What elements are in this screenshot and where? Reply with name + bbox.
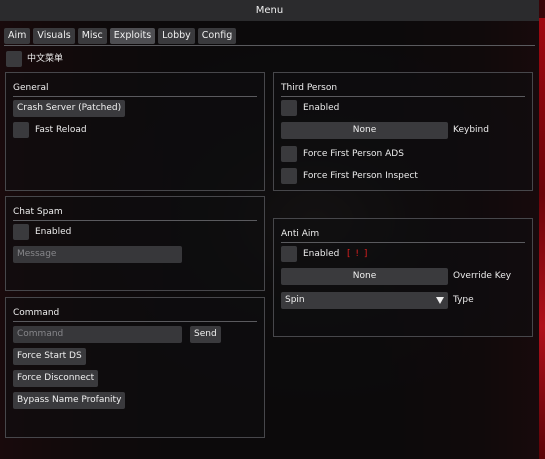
override-key-button[interactable]: None bbox=[281, 268, 448, 285]
override-key-label: Override Key bbox=[453, 271, 512, 281]
tab-config[interactable]: Config bbox=[197, 28, 237, 44]
force-ads-checkbox[interactable] bbox=[281, 146, 297, 162]
chinese-menu-label: 中文菜单 bbox=[27, 54, 64, 64]
chat-spam-message-input[interactable] bbox=[13, 246, 182, 263]
anti-aim-type-label: Type bbox=[453, 295, 474, 305]
third-person-keybind-button[interactable]: None bbox=[281, 122, 448, 139]
anti-aim-separator bbox=[281, 242, 525, 243]
tab-visuals[interactable]: Visuals bbox=[33, 28, 75, 44]
command-panel: Command Send Force Start DS Force Discon… bbox=[5, 297, 265, 438]
chat-spam-enabled-label: Enabled bbox=[35, 227, 72, 237]
command-separator bbox=[13, 321, 257, 322]
force-inspect-checkbox[interactable] bbox=[281, 168, 297, 184]
third-person-title: Third Person bbox=[281, 83, 338, 93]
anti-aim-enabled-checkbox[interactable] bbox=[281, 246, 297, 262]
chat-spam-separator bbox=[13, 220, 257, 221]
third-person-panel: Third Person Enabled None Keybind Force … bbox=[273, 72, 533, 191]
anti-aim-type-select[interactable]: Spin bbox=[281, 292, 448, 309]
third-person-enabled-checkbox[interactable] bbox=[281, 100, 297, 116]
anti-aim-panel: Anti Aim Enabled [ ! ] None Override Key… bbox=[273, 218, 533, 337]
tab-divider bbox=[4, 45, 535, 46]
tab-bar: Aim Visuals Misc Exploits Lobby Config bbox=[4, 28, 237, 44]
general-separator bbox=[13, 96, 257, 97]
background-red-edge bbox=[539, 18, 545, 459]
tab-lobby[interactable]: Lobby bbox=[158, 28, 195, 44]
command-title: Command bbox=[13, 308, 60, 318]
tab-misc[interactable]: Misc bbox=[77, 28, 107, 44]
general-panel: General Crash Server (Patched) Fast Relo… bbox=[5, 72, 265, 191]
third-person-enabled-label: Enabled bbox=[303, 103, 340, 113]
window-title: Menu bbox=[255, 5, 284, 16]
command-input[interactable] bbox=[13, 326, 182, 343]
force-disconnect-button[interactable]: Force Disconnect bbox=[13, 370, 99, 387]
anti-aim-type-value: Spin bbox=[285, 295, 305, 305]
tab-exploits[interactable]: Exploits bbox=[109, 28, 156, 44]
chat-spam-panel: Chat Spam Enabled bbox=[5, 196, 265, 291]
anti-aim-enabled-label: Enabled bbox=[303, 249, 340, 259]
crash-server-button[interactable]: Crash Server (Patched) bbox=[13, 100, 126, 117]
send-button[interactable]: Send bbox=[190, 326, 221, 343]
chat-spam-title: Chat Spam bbox=[13, 207, 63, 217]
window-titlebar[interactable]: Menu bbox=[0, 0, 539, 21]
tab-aim[interactable]: Aim bbox=[4, 28, 31, 44]
fast-reload-checkbox[interactable] bbox=[13, 122, 29, 138]
menu-window: Menu Aim Visuals Misc Exploits Lobby Con… bbox=[0, 0, 539, 459]
chat-spam-enabled-checkbox[interactable] bbox=[13, 224, 29, 240]
anti-aim-title: Anti Aim bbox=[281, 229, 320, 239]
force-ads-label: Force First Person ADS bbox=[303, 149, 404, 159]
third-person-separator bbox=[281, 96, 525, 97]
force-inspect-label: Force First Person Inspect bbox=[303, 171, 418, 181]
general-title: General bbox=[13, 83, 49, 93]
chevron-down-icon bbox=[436, 297, 444, 304]
fast-reload-label: Fast Reload bbox=[35, 125, 87, 135]
chinese-menu-checkbox[interactable] bbox=[6, 51, 22, 67]
bypass-name-profanity-button[interactable]: Bypass Name Profanity bbox=[13, 392, 126, 409]
third-person-keybind-label: Keybind bbox=[453, 125, 489, 135]
force-start-ds-button[interactable]: Force Start DS bbox=[13, 348, 86, 365]
anti-aim-warning-marker: [ ! ] bbox=[347, 249, 369, 259]
